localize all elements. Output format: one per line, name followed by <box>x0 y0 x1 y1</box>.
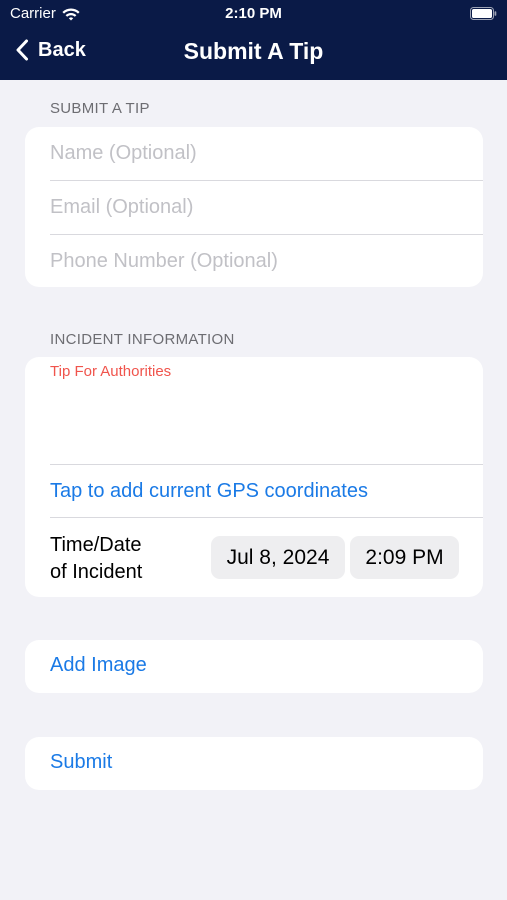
navigation-bar: Back Submit A Tip <box>0 30 507 74</box>
submit-label: Submit <box>50 751 113 773</box>
app-header: Carrier 2:10 PM Back Submit A Tip <box>0 0 507 80</box>
name-placeholder: Name (Optional) <box>50 142 197 164</box>
submit-button[interactable]: Submit <box>25 737 483 790</box>
email-field[interactable]: Email (Optional) <box>50 180 483 234</box>
gps-coordinates-button[interactable]: Tap to add current GPS coordinates <box>50 464 483 518</box>
incident-card: Tip For Authorities Tap to add current G… <box>25 357 483 597</box>
gps-link-label: Tap to add current GPS coordinates <box>50 480 368 502</box>
name-field[interactable]: Name (Optional) <box>50 127 483 180</box>
incident-section-header: INCIDENT INFORMATION <box>50 331 235 348</box>
datetime-label: Time/Date of Incident <box>50 532 200 586</box>
add-image-button[interactable]: Add Image <box>25 640 483 693</box>
submit-tip-section-header: SUBMIT A TIP <box>50 100 150 117</box>
date-picker[interactable]: Jul 8, 2024 <box>211 536 345 579</box>
time-picker[interactable]: 2:09 PM <box>350 536 459 579</box>
battery-icon <box>470 7 497 20</box>
page-title: Submit A Tip <box>183 38 324 64</box>
datetime-row: Time/Date of Incident Jul 8, 2024 2:09 P… <box>50 517 483 597</box>
phone-field[interactable]: Phone Number (Optional) <box>50 234 483 287</box>
tip-text-area[interactable]: Tip For Authorities <box>25 357 483 464</box>
status-bar: Carrier 2:10 PM <box>0 0 507 28</box>
status-time: 2:10 PM <box>225 5 282 22</box>
tip-label: Tip For Authorities <box>50 363 172 380</box>
datetime-label-line2: of Incident <box>50 561 143 583</box>
datetime-label-line1: Time/Date <box>50 534 142 556</box>
email-placeholder: Email (Optional) <box>50 196 194 218</box>
add-image-label: Add Image <box>50 654 147 676</box>
phone-placeholder: Phone Number (Optional) <box>50 250 278 272</box>
contact-info-card: Name (Optional) Email (Optional) Phone N… <box>25 127 483 287</box>
